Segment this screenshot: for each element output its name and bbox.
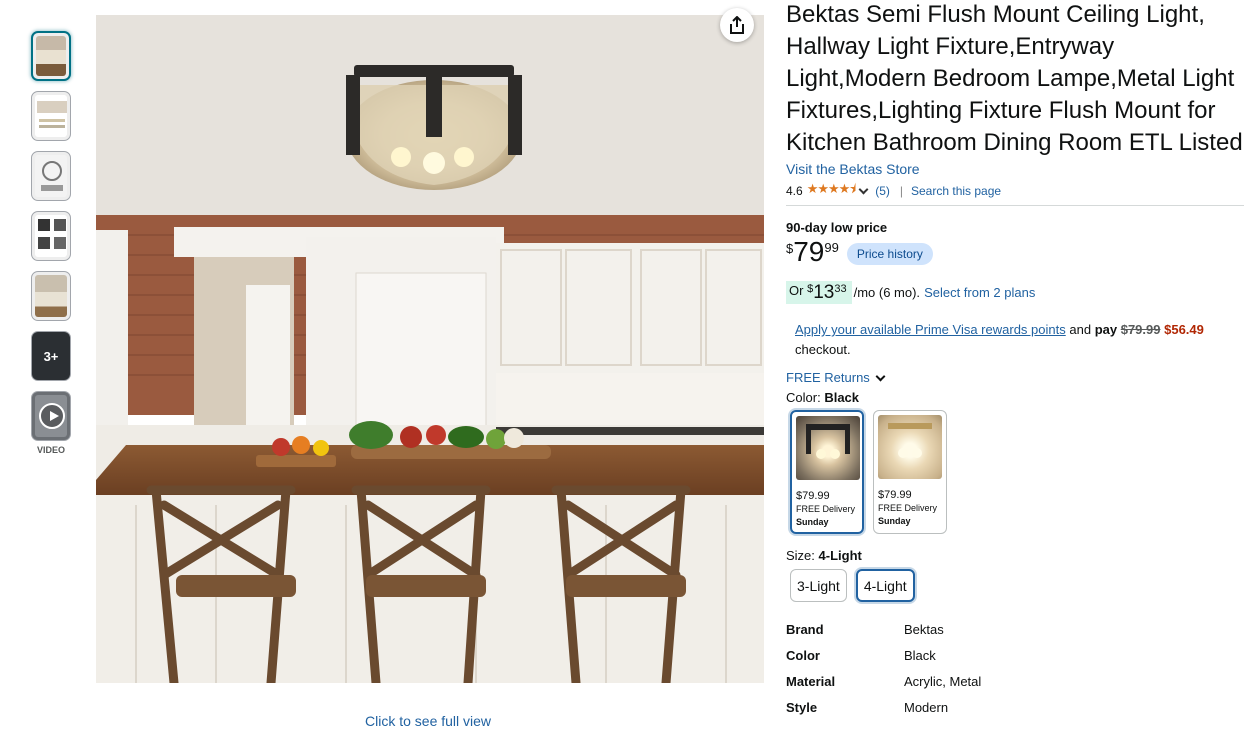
monthly-payment-row: Or $13 33 /mo (6 mo). Select from 2 plans [786, 281, 1244, 304]
size-option-3-light[interactable]: 3-Light [790, 569, 847, 602]
more-images-thumbnail[interactable]: 3+ [31, 331, 71, 381]
low-price-label: 90-day low price [786, 220, 888, 235]
color-selection-label: Color: Black [786, 390, 1244, 405]
size-label: Size: [786, 548, 815, 563]
main-product-image[interactable] [96, 15, 764, 683]
see-full-view-link[interactable]: Click to see full view [365, 713, 491, 729]
rating-value: 4.6 [786, 184, 803, 198]
thumbnail-3[interactable] [31, 151, 71, 201]
spec-value: Bektas [904, 622, 944, 637]
prime-new-price: $56.49 [1164, 322, 1204, 337]
prime-pay: pay [1094, 322, 1118, 337]
color-value: Black [824, 390, 860, 405]
free-returns-link[interactable]: FREE Returns [786, 370, 1244, 385]
price-fraction: 99 [824, 240, 839, 255]
rating-count-link[interactable]: (5) [875, 184, 890, 198]
color-swatches: $79.99 FREE Delivery Sunday $79.99 FREE … [786, 410, 1244, 534]
thumbnail-2[interactable] [31, 91, 71, 141]
spec-value: Black [904, 648, 936, 663]
monthly-whole: 13 [813, 282, 835, 303]
prime-and: and [1069, 322, 1092, 337]
star-rating-icon[interactable]: ★★★★⯨ [807, 180, 857, 202]
spec-row: Style Modern [786, 700, 1244, 726]
spec-value: Acrylic, Metal [904, 674, 982, 689]
swatch-image [796, 416, 860, 480]
chevron-down-icon[interactable] [858, 184, 869, 195]
prime-rewards-text: Apply your available Prime Visa rewards … [795, 320, 1244, 360]
swatch-price: $79.99 [878, 489, 912, 501]
prime-rewards-link[interactable]: Apply your available Prime Visa rewards … [795, 322, 1066, 337]
free-returns-label: FREE Returns [786, 370, 870, 385]
monthly-price-badge: Or $13 33 [786, 281, 852, 304]
store-link[interactable]: Visit the Bektas Store [786, 161, 920, 177]
monthly-term: /mo (6 mo). [853, 285, 921, 300]
video-thumbnail[interactable] [31, 391, 71, 441]
spec-row: Material Acrylic, Metal [786, 674, 1244, 700]
color-swatch-gold[interactable]: $79.99 FREE Delivery Sunday [873, 410, 947, 534]
thumbnail-strip: 3+ VIDEO [31, 31, 73, 455]
more-images-label: 3+ [43, 348, 59, 364]
spec-value: Modern [904, 700, 949, 715]
thumbnail-4[interactable] [31, 211, 71, 261]
play-icon [39, 403, 65, 429]
spec-key: Color [786, 648, 820, 663]
swatch-day: Sunday [796, 517, 829, 527]
spec-row: Color Black [786, 648, 1244, 674]
spec-row: Brand Bektas [786, 622, 1244, 648]
chevron-down-icon [875, 371, 886, 381]
select-plans-link[interactable]: Select from 2 plans [924, 285, 1035, 300]
prime-old-price: $79.99 [1120, 322, 1161, 337]
video-label: VIDEO [36, 445, 65, 455]
swatch-day: Sunday [878, 516, 911, 526]
share-button[interactable] [720, 8, 754, 42]
thumbnail-1[interactable] [31, 31, 71, 81]
size-option-4-light[interactable]: 4-Light [855, 569, 915, 602]
share-icon [730, 16, 744, 34]
or-label: Or [789, 283, 804, 298]
price-row: $ 79 99 Price history [786, 238, 1244, 268]
spec-key: Brand [786, 622, 824, 637]
product-title: Bektas Semi Flush Mount Ceiling Light, H… [786, 1, 1243, 156]
monthly-fraction: 33 [834, 283, 847, 295]
spec-key: Style [786, 700, 818, 715]
size-value: 4-Light [818, 548, 862, 563]
product-info-panel: Bektas Semi Flush Mount Ceiling Light, H… [786, 0, 1244, 726]
swatch-delivery: FREE Delivery [796, 504, 856, 514]
swatch-delivery: FREE Delivery [878, 503, 938, 513]
rating-row: 4.6 ★★★★⯨ (5) | Search this page [786, 180, 1244, 202]
product-specs: Brand Bektas Color Black Material Acryli… [786, 622, 1244, 726]
price-whole: 79 [793, 236, 825, 267]
color-swatch-black[interactable]: $79.99 FREE Delivery Sunday [790, 410, 864, 534]
swatch-price: $79.99 [796, 490, 830, 502]
separator: | [899, 184, 903, 198]
size-options: 3-Light 4-Light [790, 569, 1244, 602]
size-selection-label: Size: 4-Light [786, 548, 1244, 563]
divider [786, 205, 1244, 206]
spec-key: Material [786, 674, 836, 689]
color-label: Color: [786, 390, 821, 405]
thumbnail-5[interactable] [31, 271, 71, 321]
search-page-link[interactable]: Search this page [911, 184, 1001, 198]
price-symbol: $ [786, 241, 794, 256]
prime-checkout: checkout. [795, 342, 851, 357]
swatch-image [878, 415, 942, 479]
price-history-button[interactable]: Price history [846, 243, 933, 265]
